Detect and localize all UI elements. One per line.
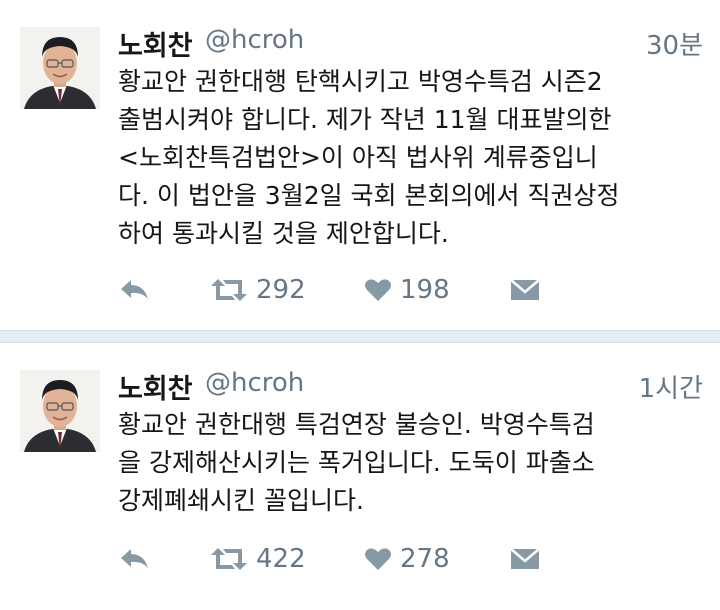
reply-icon (121, 549, 148, 568)
avatar[interactable] (20, 27, 100, 109)
timestamp[interactable]: 30분 (646, 25, 703, 62)
tweet-text-line: <노회찬특검법안>이 아직 법사위 계류중입니 (118, 143, 598, 172)
reply-button[interactable] (118, 539, 152, 579)
profile-photo-icon (20, 27, 100, 109)
avatar[interactable] (20, 370, 100, 452)
tweet-header: 노회찬 @hcroh 30분 (118, 24, 703, 63)
user-handle[interactable]: @hcroh (205, 25, 304, 55)
heart-icon (365, 279, 391, 301)
tweet-text-line: 황교안 권한대행 특검연장 불승인. 박영수특검 (118, 410, 595, 439)
like-button[interactable]: 198 (364, 270, 450, 310)
reply-icon (121, 280, 148, 299)
retweet-count: 422 (256, 544, 306, 574)
retweet-button[interactable]: 422 (210, 539, 306, 579)
tweet-divider (0, 330, 720, 343)
tweet-card[interactable]: 노회찬 @hcroh 30분 황교안 권한대행 탄핵시키고 박영수특검 시즌2 … (0, 0, 720, 330)
tweet-text: 황교안 권한대행 특검연장 불승인. 박영수특검 을 강제해산시키는 폭거입니다… (118, 406, 703, 520)
action-bar: 292 198 (118, 270, 703, 310)
like-button[interactable]: 278 (364, 539, 450, 579)
heart-icon (365, 548, 391, 570)
like-count: 198 (400, 275, 450, 305)
display-name[interactable]: 노회찬 (118, 367, 193, 406)
tweet-text-line: 출범시켜야 합니다. 제가 작년 11월 대표발의한 (118, 105, 612, 134)
tweet-text-line: 을 강제해산시키는 폭거입니다. 도둑이 파출소 (118, 448, 595, 477)
direct-message-button[interactable] (510, 539, 540, 579)
reply-button[interactable] (118, 270, 152, 310)
tweet-text: 황교안 권한대행 탄핵시키고 박영수특검 시즌2 출범시켜야 합니다. 제가 작… (118, 63, 703, 253)
retweet-icon (211, 279, 247, 301)
action-bar: 422 278 (118, 539, 703, 579)
envelope-icon (510, 279, 540, 300)
envelope-icon (510, 548, 540, 569)
user-handle[interactable]: @hcroh (205, 368, 304, 398)
retweet-button[interactable]: 292 (210, 270, 306, 310)
direct-message-button[interactable] (510, 270, 540, 310)
timestamp[interactable]: 1시간 (639, 368, 703, 405)
tweet-header: 노회찬 @hcroh 1시간 (118, 367, 703, 406)
retweet-icon (211, 548, 247, 570)
tweet-card[interactable]: 노회찬 @hcroh 1시간 황교안 권한대행 특검연장 불승인. 박영수특검 … (0, 343, 720, 610)
tweet-text-line: 강제폐쇄시킨 꼴입니다. (118, 486, 364, 515)
display-name[interactable]: 노회찬 (118, 24, 193, 63)
profile-photo-icon (20, 370, 100, 452)
tweet-text-line: 황교안 권한대행 탄핵시키고 박영수특검 시즌2 (118, 67, 603, 96)
tweet-text-line: 다. 이 법안을 3월2일 국회 본회의에서 직권상정 (118, 181, 620, 210)
like-count: 278 (400, 544, 450, 574)
tweet-text-line: 하여 통과시킬 것을 제안합니다. (118, 219, 449, 248)
retweet-count: 292 (256, 275, 306, 305)
